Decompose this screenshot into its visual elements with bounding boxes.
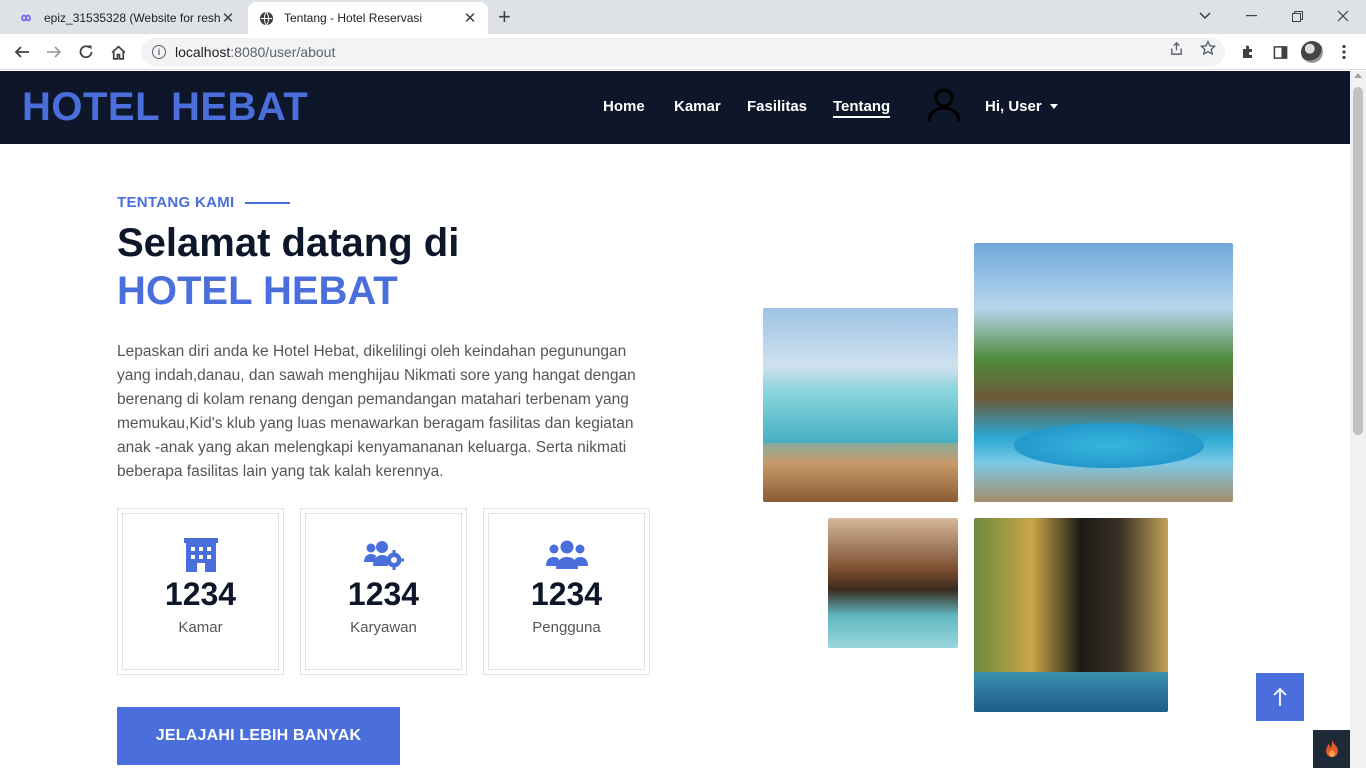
stat-card-pengguna: 1234 Pengguna <box>483 508 650 675</box>
back-icon[interactable] <box>10 40 34 64</box>
browser-tab-inactive[interactable]: epiz_31535328 (Website for resh ✕ <box>8 2 246 34</box>
caret-down-icon <box>1049 104 1058 109</box>
stat-label: Kamar <box>178 619 223 636</box>
url-text: localhost:8080/user/about <box>175 44 336 60</box>
info-icon[interactable]: i <box>152 45 166 59</box>
hotel-pool-photo-2 <box>974 243 1233 502</box>
browser-tab-bar: epiz_31535328 (Website for resh ✕ Tentan… <box>0 0 1366 34</box>
minimize-icon[interactable] <box>1228 0 1274 32</box>
stat-card-kamar: 1234 Kamar <box>117 508 284 675</box>
page-title-highlight: HOTEL HEBAT <box>117 269 398 313</box>
stat-label: Pengguna <box>532 619 601 636</box>
hotel-pool-photo-4 <box>974 518 1168 712</box>
reload-icon[interactable] <box>74 40 98 64</box>
users-cog-icon <box>363 538 405 572</box>
page-title: Selamat datang di <box>117 221 460 265</box>
explore-more-button[interactable]: JELAJAHI LEBIH BANYAK <box>117 707 400 765</box>
star-icon[interactable] <box>1199 39 1217 57</box>
scrollbar-thumb[interactable] <box>1353 87 1363 435</box>
label-divider <box>245 201 291 204</box>
extensions-icon[interactable] <box>1236 40 1260 64</box>
debug-toolbar-button[interactable] <box>1313 730 1350 768</box>
hotel-pool-photo-1 <box>763 308 958 502</box>
nav-link-tentang[interactable]: Tentang <box>833 98 891 118</box>
user-dropdown[interactable]: Hi, User <box>985 98 1058 115</box>
page-viewport: HOTEL HEBAT Home Kamar Fasilitas Tentang… <box>0 71 1350 768</box>
users-icon <box>545 538 588 572</box>
forward-icon[interactable] <box>42 40 66 64</box>
back-to-top-button[interactable] <box>1256 673 1304 721</box>
restore-icon[interactable] <box>1274 0 1320 32</box>
tab-title: Tentang - Hotel Reservasi <box>284 11 423 25</box>
scroll-up-icon[interactable] <box>1354 73 1362 78</box>
side-panel-icon[interactable] <box>1268 40 1292 64</box>
tab-search-icon[interactable] <box>1182 0 1228 32</box>
browser-tab-active[interactable]: Tentang - Hotel Reservasi ✕ <box>248 2 488 34</box>
close-window-icon[interactable] <box>1320 0 1366 32</box>
address-bar[interactable]: i localhost:8080/user/about <box>141 38 1225 66</box>
menu-dots-icon[interactable] <box>1332 40 1356 64</box>
building-icon <box>183 538 219 572</box>
stat-card-karyawan: 1234 Karyawan <box>300 508 467 675</box>
stat-value: 1234 <box>530 576 603 612</box>
globe-icon <box>258 10 274 26</box>
brand-logo[interactable]: HOTEL HEBAT <box>22 85 308 130</box>
home-icon[interactable] <box>106 40 130 64</box>
close-icon[interactable]: ✕ <box>462 9 478 27</box>
profile-avatar[interactable] <box>1301 41 1323 63</box>
hotel-pool-photo-3 <box>828 518 958 648</box>
nav-link-home[interactable]: Home <box>603 98 645 115</box>
stat-value: 1234 <box>164 576 237 612</box>
page-scrollbar[interactable] <box>1350 71 1366 768</box>
flame-icon <box>1325 740 1338 757</box>
new-tab-icon[interactable]: + <box>498 6 511 28</box>
user-icon[interactable] <box>926 87 962 123</box>
infinity-icon <box>18 10 34 26</box>
arrow-up-icon <box>1273 687 1287 706</box>
stat-value: 1234 <box>347 576 420 612</box>
close-icon[interactable]: ✕ <box>220 9 236 27</box>
tab-title: epiz_31535328 (Website for resh <box>44 11 220 25</box>
navbar: HOTEL HEBAT Home Kamar Fasilitas Tentang… <box>0 71 1350 144</box>
share-icon[interactable] <box>1167 39 1185 57</box>
stat-label: Karyawan <box>350 619 417 636</box>
browser-toolbar: i localhost:8080/user/about <box>0 34 1366 70</box>
about-description: Lepaskan diri anda ke Hotel Hebat, dikel… <box>117 343 636 480</box>
user-dropdown-label: Hi, User <box>985 98 1042 115</box>
nav-link-fasilitas[interactable]: Fasilitas <box>747 98 807 115</box>
nav-link-kamar[interactable]: Kamar <box>674 98 721 115</box>
section-label: TENTANG KAMI <box>117 194 291 211</box>
